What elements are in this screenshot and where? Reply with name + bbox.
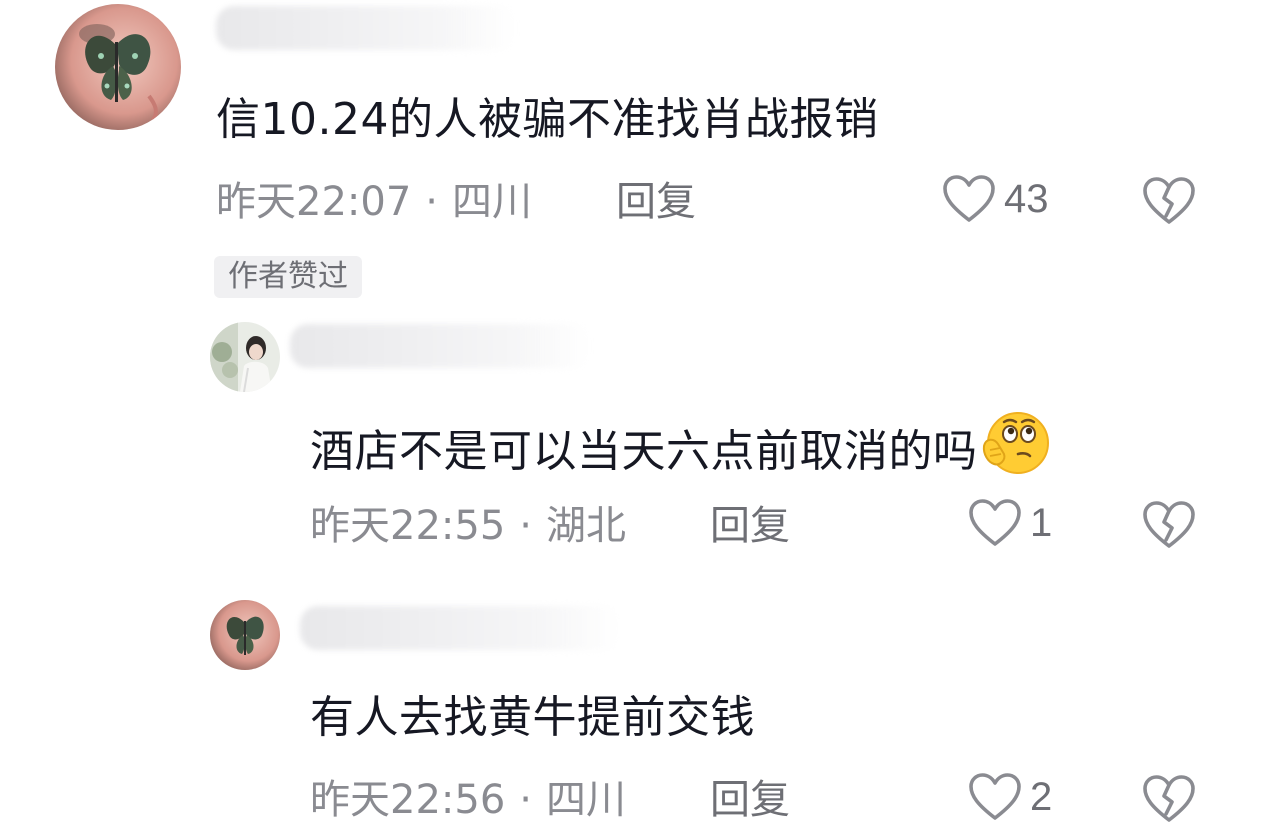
comment-text-content: 酒店不是可以当天六点前取消的吗 xyxy=(310,426,978,477)
meta-separator: · xyxy=(425,179,438,225)
like-count: 43 xyxy=(1004,177,1049,221)
comment-location: 四川 xyxy=(452,179,532,225)
username-blurred[interactable] xyxy=(300,606,620,650)
comment-text: 信10.24的人被骗不准找肖战报销 xyxy=(216,94,879,145)
comment-meta: 昨天22:56 · 四川 xyxy=(310,776,626,824)
reply-button[interactable]: 回复 xyxy=(616,178,696,226)
meta-separator: · xyxy=(519,503,532,549)
like-button[interactable]: 1 xyxy=(968,498,1052,548)
heart-outline-icon xyxy=(969,499,1021,546)
comment-time: 昨天22:56 xyxy=(310,777,506,823)
thinking-face-emoji xyxy=(980,410,1054,490)
reply-item: 酒店不是可以当天六点前取消的吗 昨天22:55 · 湖北 回复 1 xyxy=(0,310,1264,580)
heart-outline-icon xyxy=(969,773,1021,820)
comment-text: 有人去找黄牛提前交钱 xyxy=(310,692,755,743)
comment-text: 酒店不是可以当天六点前取消的吗 xyxy=(310,410,1054,490)
comment-location: 湖北 xyxy=(546,503,626,549)
comment-meta: 昨天22:55 · 湖北 xyxy=(310,502,626,550)
dislike-button[interactable] xyxy=(1142,500,1196,554)
reply-item: 有人去找黄牛提前交钱 昨天22:56 · 四川 回复 2 xyxy=(0,592,1264,836)
reply-button[interactable]: 回复 xyxy=(710,776,790,824)
avatar[interactable] xyxy=(55,4,181,130)
comment-meta: 昨天22:07 · 四川 xyxy=(216,178,532,226)
username-blurred[interactable] xyxy=(216,6,516,50)
broken-heart-icon xyxy=(1143,177,1195,224)
author-liked-badge: 作者赞过 xyxy=(214,256,362,298)
comment-time: 昨天22:55 xyxy=(310,503,506,549)
like-button[interactable]: 43 xyxy=(942,174,1049,224)
like-button[interactable]: 2 xyxy=(968,772,1052,822)
comment-item: 信10.24的人被骗不准找肖战报销 昨天22:07 · 四川 回复 43 作者赞过 xyxy=(0,0,1264,310)
avatar[interactable] xyxy=(210,322,280,392)
meta-separator: · xyxy=(519,777,532,823)
avatar[interactable] xyxy=(210,600,280,670)
like-count: 2 xyxy=(1030,775,1053,819)
like-count: 1 xyxy=(1030,501,1053,545)
broken-heart-icon xyxy=(1143,775,1195,822)
broken-heart-icon xyxy=(1143,501,1195,548)
comment-location: 四川 xyxy=(546,777,626,823)
heart-outline-icon xyxy=(943,175,995,222)
reply-button[interactable]: 回复 xyxy=(710,502,790,550)
dislike-button[interactable] xyxy=(1142,774,1196,828)
dislike-button[interactable] xyxy=(1142,176,1196,230)
comment-time: 昨天22:07 xyxy=(216,179,412,225)
username-blurred[interactable] xyxy=(290,324,590,368)
